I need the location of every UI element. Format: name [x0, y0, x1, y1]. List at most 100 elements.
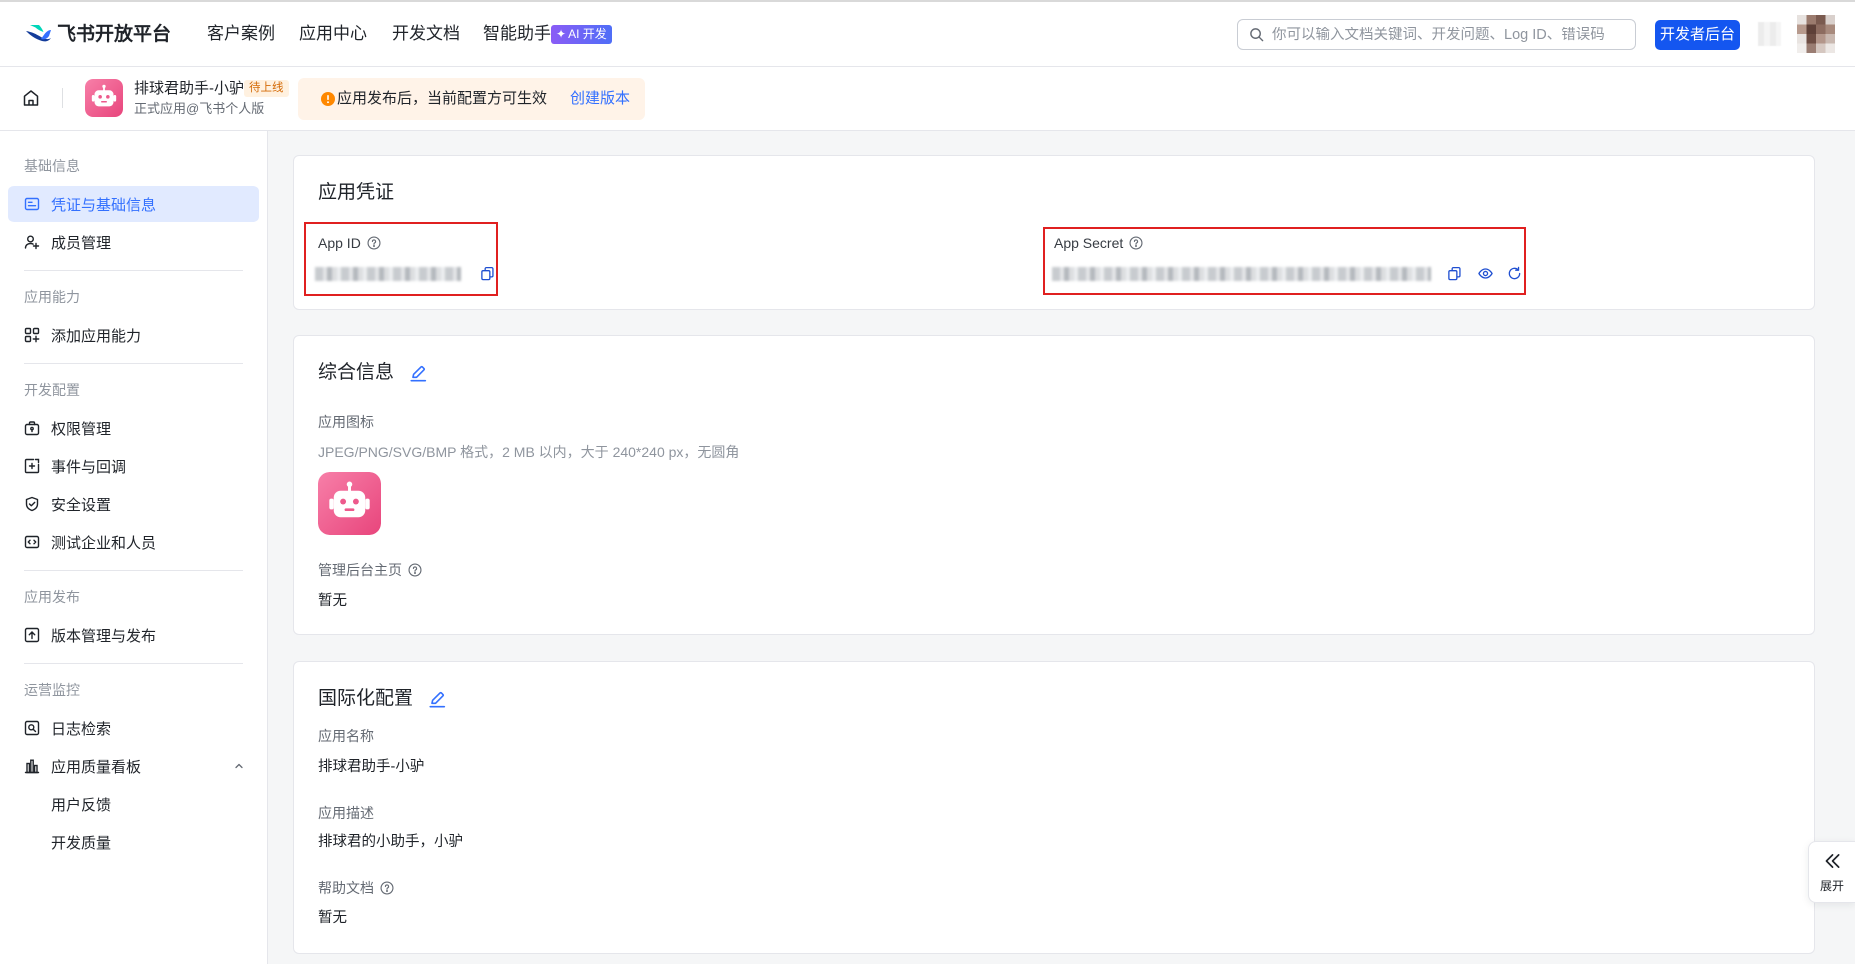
edit-icon[interactable]	[409, 364, 427, 382]
credential-icon	[24, 196, 40, 212]
app-subtitle: 正式应用@飞书个人版	[134, 101, 265, 116]
sidebar-group-label: 应用能力	[24, 289, 80, 305]
sidebar-item-security[interactable]: 安全设置	[8, 485, 259, 523]
sidebar: 基础信息 凭证与基础信息 成员管理 应用能力 添加应用能力 开发配置 权限管理 …	[0, 131, 268, 964]
feishu-logo-icon[interactable]	[24, 22, 52, 46]
sidebar-item-versions[interactable]: 版本管理与发布	[8, 616, 259, 654]
create-version-link[interactable]: 创建版本	[570, 89, 630, 109]
member-add-icon	[24, 234, 40, 250]
card-title: 综合信息	[318, 360, 427, 386]
chevron-up-icon[interactable]	[233, 760, 245, 772]
sidebar-item-events[interactable]: 事件与回调	[8, 447, 259, 485]
event-callback-icon	[24, 458, 40, 474]
sidebar-item-label: 事件与回调	[51, 458, 127, 476]
credentials-card: 应用凭证 App ID App Secret	[293, 155, 1815, 310]
app-icon-hint: JPEG/PNG/SVG/BMP 格式，2 MB 以内，大于 240*240 p…	[318, 444, 740, 460]
app-description-value: 排球君的小助手，小驴	[318, 834, 463, 850]
help-doc-label-text: 帮助文档	[318, 880, 374, 896]
permission-icon	[24, 420, 40, 436]
app-name-value: 排球君助手-小驴	[318, 759, 425, 775]
sidebar-item-label: 凭证与基础信息	[51, 196, 157, 214]
status-badge: 待上线	[244, 80, 289, 97]
code-icon	[24, 534, 40, 550]
sidebar-item-label: 安全设置	[51, 496, 112, 514]
sidebar-divider	[24, 363, 243, 364]
sidebar-group-label: 基础信息	[24, 158, 80, 174]
sidebar-item-label: 用户反馈	[51, 796, 112, 814]
homepage-label-text: 管理后台主页	[318, 562, 402, 578]
publish-notice-banner: 应用发布后，当前配置方可生效 创建版本	[298, 78, 645, 120]
sidebar-item-log-search[interactable]: 日志检索	[8, 709, 259, 747]
divider	[62, 88, 63, 108]
app-icon-label: 应用图标	[318, 414, 374, 430]
sidebar-divider	[24, 270, 243, 271]
search-box[interactable]	[1237, 19, 1636, 50]
app-name: 排球君助手-小驴	[134, 80, 244, 97]
sidebar-item-credentials[interactable]: 凭证与基础信息	[8, 185, 259, 223]
nav-dev-docs[interactable]: 开发文档	[392, 22, 460, 46]
home-icon[interactable]	[22, 89, 40, 107]
general-info-card: 综合信息 应用图标 JPEG/PNG/SVG/BMP 格式，2 MB 以内，大于…	[293, 335, 1815, 635]
search-input[interactable]	[1272, 26, 1622, 43]
notice-text: 应用发布后，当前配置方可生效	[337, 90, 548, 107]
sidebar-group-label: 应用发布	[24, 589, 80, 605]
highlight-box-app-secret	[1043, 227, 1526, 295]
double-chevron-left-icon	[1822, 851, 1842, 871]
sidebar-item-add-capability[interactable]: 添加应用能力	[8, 316, 259, 354]
top-navigation-bar: 飞书开放平台 客户案例 应用中心 开发文档 智能助手 ✦ AI 开发 开发者后台	[0, 2, 1855, 67]
ai-dev-badge[interactable]: ✦ AI 开发	[551, 25, 612, 44]
help-icon[interactable]	[380, 881, 394, 895]
redacted-header-item[interactable]	[1758, 22, 1781, 46]
sidebar-item-label: 测试企业和人员	[51, 534, 157, 552]
edit-icon[interactable]	[428, 690, 446, 708]
homepage-value: 暂无	[318, 593, 347, 609]
sidebar-group-label: 运营监控	[24, 682, 80, 698]
sidebar-item-label: 版本管理与发布	[51, 627, 157, 645]
expand-label: 展开	[1819, 879, 1844, 893]
sparkle-icon: ✦	[556, 27, 567, 41]
avatar[interactable]	[1797, 15, 1835, 53]
card-title: 应用凭证	[318, 180, 394, 206]
sidebar-item-test-tenants[interactable]: 测试企业和人员	[8, 523, 259, 561]
sidebar-divider	[24, 663, 243, 664]
shield-check-icon	[24, 496, 40, 512]
help-icon[interactable]	[408, 563, 422, 577]
sidebar-item-label: 应用质量看板	[51, 758, 142, 776]
brand-name[interactable]: 飞书开放平台	[57, 22, 171, 46]
main-content: 应用凭证 App ID App Secret 综合信息 应用图标 JPEG/PN…	[268, 131, 1855, 964]
sidebar-item-label: 日志检索	[51, 720, 112, 738]
card-title-text: 应用凭证	[318, 182, 395, 203]
sidebar-item-label: 添加应用能力	[51, 327, 142, 345]
nav-smart-assistant[interactable]: 智能助手	[483, 22, 551, 46]
robot-app-icon[interactable]	[318, 472, 381, 535]
homepage-label: 管理后台主页	[318, 560, 422, 580]
nav-app-center[interactable]: 应用中心	[299, 22, 367, 46]
nav-customer-cases[interactable]: 客户案例	[207, 22, 275, 46]
app-switcher[interactable]: 排球君助手-小驴 待上线 正式应用@飞书个人版	[85, 79, 289, 119]
card-title-text: 国际化配置	[318, 688, 414, 709]
sidebar-item-members[interactable]: 成员管理	[8, 223, 259, 261]
app-name-label: 应用名称	[318, 728, 374, 744]
ai-badge-label: AI 开发	[568, 27, 607, 41]
upload-icon	[24, 627, 40, 643]
sidebar-item-label: 成员管理	[51, 234, 112, 252]
sidebar-divider	[24, 570, 243, 571]
robot-app-icon	[85, 79, 123, 117]
help-doc-label: 帮助文档	[318, 878, 394, 898]
sidebar-item-quality-dashboard[interactable]: 应用质量看板	[8, 747, 259, 785]
highlight-box-app-id	[304, 222, 498, 296]
app-context-bar: 排球君助手-小驴 待上线 正式应用@飞书个人版 应用发布后，当前配置方可生效 创…	[0, 67, 1855, 131]
card-title: 国际化配置	[318, 686, 446, 712]
sidebar-group-label: 开发配置	[24, 382, 80, 398]
developer-console-button[interactable]: 开发者后台	[1655, 20, 1740, 50]
expand-panel-button[interactable]: 展开	[1808, 841, 1855, 903]
sidebar-item-dev-quality[interactable]: 开发质量	[8, 823, 259, 861]
bar-chart-icon	[24, 758, 40, 774]
help-doc-value: 暂无	[318, 910, 347, 926]
warning-icon	[321, 92, 335, 106]
i18n-card: 国际化配置 应用名称 排球君助手-小驴 应用描述 排球君的小助手，小驴 帮助文档…	[293, 661, 1815, 954]
log-search-icon	[24, 720, 40, 736]
sidebar-item-user-feedback[interactable]: 用户反馈	[8, 785, 259, 823]
add-capability-icon	[24, 327, 40, 343]
sidebar-item-permissions[interactable]: 权限管理	[8, 409, 259, 447]
